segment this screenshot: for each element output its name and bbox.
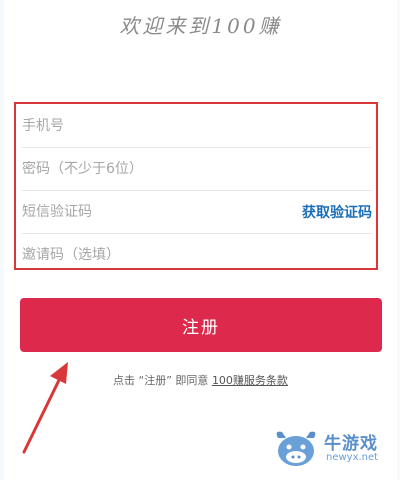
watermark: 牛游戏 newyx.net (272, 428, 392, 472)
terms-link[interactable]: 100赚服务条款 (212, 374, 288, 387)
annotation-arrow-icon (22, 362, 68, 454)
invite-code-field-row (22, 233, 372, 276)
password-field-row (22, 147, 372, 191)
registration-form: 获取验证码 (14, 102, 378, 270)
sms-code-input[interactable] (22, 203, 302, 220)
sms-code-field-row: 获取验证码 (22, 190, 372, 234)
get-code-button[interactable]: 获取验证码 (302, 202, 372, 222)
password-input[interactable] (22, 160, 372, 177)
bull-logo-icon (276, 431, 316, 466)
watermark-url: newyx.net (326, 452, 379, 463)
invite-code-input[interactable] (22, 246, 372, 263)
register-button[interactable]: 注册 (20, 298, 382, 352)
watermark-text: 牛游戏 (324, 434, 378, 454)
phone-field-row (22, 104, 372, 148)
terms-prefix: 点击 “注册” 即同意 (113, 374, 209, 387)
phone-input[interactable] (22, 117, 372, 134)
page-title: 欢迎来到100赚 (119, 14, 282, 38)
